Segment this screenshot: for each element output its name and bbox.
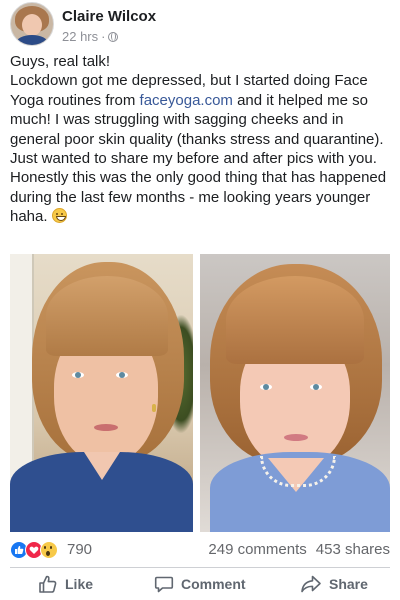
- wow-reaction-icon: [40, 541, 58, 559]
- eye: [72, 372, 84, 378]
- photo-grid: [10, 254, 390, 532]
- avatar-face: [22, 14, 42, 36]
- post-text-line-1: Guys, real talk!: [10, 53, 111, 70]
- post-meta: 22 hrs ·: [62, 29, 119, 44]
- earring: [152, 404, 156, 412]
- collar: [84, 452, 120, 480]
- like-label: Like: [65, 576, 94, 592]
- eye: [310, 384, 322, 390]
- bangs: [226, 276, 364, 364]
- post-text-paragraph-2: Lockdown got me depressed, but I started…: [10, 71, 392, 149]
- avatar[interactable]: [10, 2, 54, 46]
- before-photo[interactable]: [10, 254, 193, 532]
- share-icon: [301, 575, 321, 593]
- post-text-paragraph-3: Just wanted to share my before and after…: [10, 149, 392, 227]
- facebook-post: Claire Wilcox 22 hrs · Guys, real talk! L…: [0, 0, 400, 600]
- author-name[interactable]: Claire Wilcox: [62, 8, 156, 25]
- action-bar: Like Comment Share: [0, 570, 400, 598]
- meta-separator: ·: [101, 29, 106, 44]
- thumbs-up-icon: [39, 575, 57, 593]
- faceyoga-link[interactable]: faceyoga.com: [140, 92, 233, 109]
- grinning-face-emoji: [51, 208, 67, 224]
- lips: [284, 434, 308, 441]
- engagement-counts: 249 comments 453 shares: [208, 541, 390, 558]
- reaction-count[interactable]: 790: [67, 541, 92, 558]
- divider: [10, 567, 390, 568]
- comment-button[interactable]: Comment: [154, 570, 246, 598]
- comment-label: Comment: [181, 576, 246, 592]
- shares-count[interactable]: 453 shares: [316, 541, 390, 558]
- post-time[interactable]: 22 hrs: [62, 29, 98, 44]
- reaction-icons[interactable]: [10, 541, 64, 559]
- like-button[interactable]: Like: [38, 570, 93, 598]
- comment-icon: [154, 576, 174, 593]
- reaction-bar: 790 249 comments 453 shares: [10, 540, 390, 560]
- bangs: [46, 276, 168, 356]
- avatar-shirt: [16, 35, 48, 45]
- post-text: Guys, real talk! Lockdown got me depress…: [10, 52, 392, 227]
- globe-icon[interactable]: [108, 32, 119, 42]
- lips: [94, 424, 118, 431]
- share-button[interactable]: Share: [300, 570, 368, 598]
- after-photo[interactable]: [200, 254, 390, 532]
- share-label: Share: [329, 576, 368, 592]
- post-header: Claire Wilcox 22 hrs ·: [10, 2, 390, 48]
- eye: [116, 372, 128, 378]
- eye: [260, 384, 272, 390]
- comments-count[interactable]: 249 comments: [208, 541, 306, 558]
